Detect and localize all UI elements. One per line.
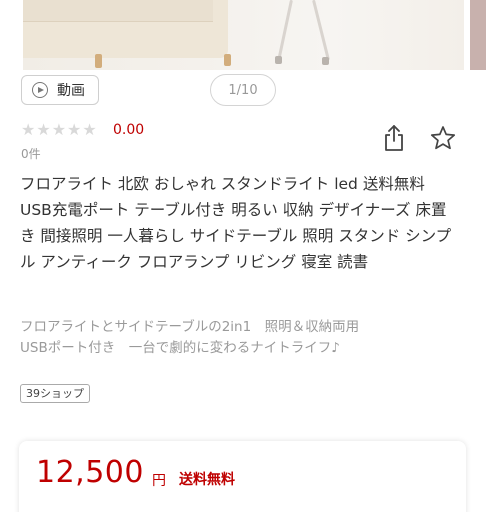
catchcopy-line: USBポート付き 一台で劇的に変わるナイトライフ♪ — [20, 340, 340, 356]
rating-stars[interactable]: ★ ★ ★ ★ ★ — [21, 121, 97, 139]
review-count[interactable]: 0件 — [21, 145, 41, 162]
star-empty-icon: ★ — [21, 120, 36, 139]
play-circle-icon — [32, 82, 48, 98]
catchcopy-line: フロアライトとサイドテーブルの2in1 照明＆収納両用 — [20, 319, 360, 335]
sofa-leg — [224, 54, 231, 66]
star-empty-icon: ★ — [36, 120, 51, 139]
free-shipping-label: 送料無料 — [179, 472, 235, 488]
price-card: 12,500 円 送料無料 — [19, 441, 466, 512]
star-empty-icon: ★ — [51, 120, 67, 139]
share-icon[interactable] — [382, 124, 406, 152]
favorite-star-icon[interactable] — [430, 125, 456, 151]
product-catchcopy: フロアライトとサイドテーブルの2in1 照明＆収納両用 USBポート付き 一台で… — [20, 317, 460, 359]
lamp-foot — [322, 57, 329, 65]
video-button[interactable]: 動画 — [21, 75, 99, 105]
star-empty-icon: ★ — [82, 120, 97, 139]
lamp-foot — [275, 56, 282, 64]
product-image-carousel[interactable] — [0, 0, 486, 72]
star-empty-icon: ★ — [67, 120, 82, 139]
rating-value[interactable]: 0.00 — [113, 122, 144, 138]
next-image-peek — [470, 0, 486, 70]
video-button-label: 動画 — [57, 83, 85, 99]
shop-tag-badge: 39ショップ — [20, 384, 90, 403]
sofa-cushion-image-part — [23, 0, 213, 22]
product-title: フロアライト 北欧 おしゃれ スタンドライト led 送料無料 USB充電ポート… — [20, 175, 452, 271]
price-unit: 円 — [152, 473, 166, 489]
image-pager: 1/10 — [210, 74, 276, 106]
price-amount: 12,500 — [36, 455, 144, 490]
sofa-leg — [95, 54, 102, 68]
